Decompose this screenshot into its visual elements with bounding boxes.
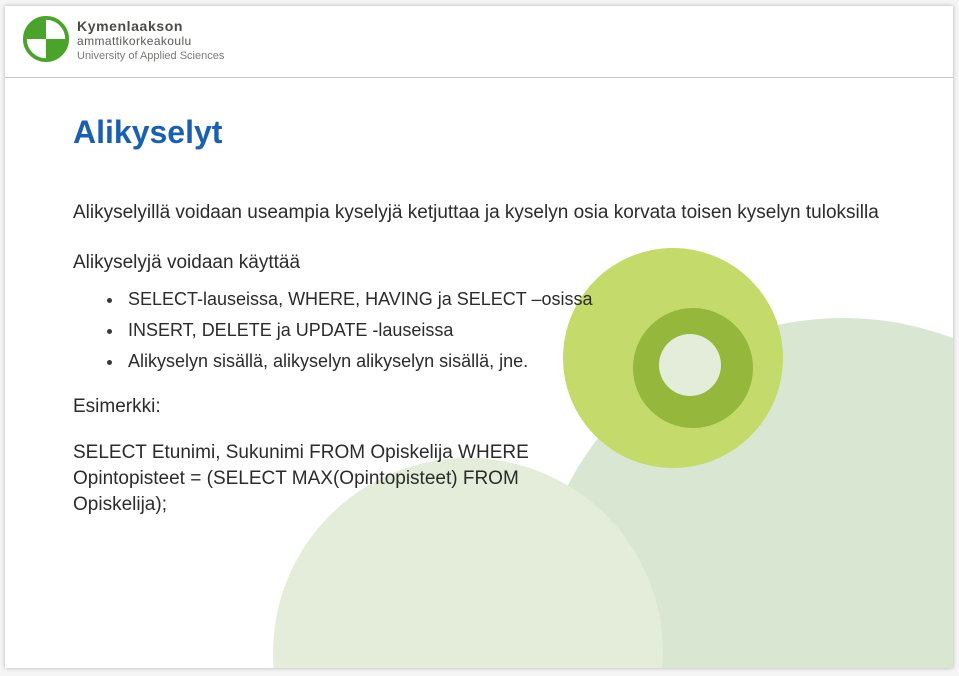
slide-content: Alikyselyillä voidaan useampia kyselyjä … (73, 200, 893, 519)
bullet-text: SELECT-lauseissa, WHERE, HAVING ja SELEC… (128, 289, 592, 310)
bullet-list: SELECT-lauseissa, WHERE, HAVING ja SELEC… (73, 289, 893, 372)
bullet-dot-icon (107, 298, 112, 303)
code-line: SELECT Etunimi, Sukunimi FROM Opiskelija… (73, 440, 893, 466)
brand-header: Kymenlaakson ammattikorkeakoulu Universi… (23, 16, 224, 62)
brand-subtitle-1: ammattikorkeakoulu (77, 34, 224, 48)
bullet-text: Alikyselyn sisällä, alikyselyn alikysely… (128, 351, 528, 372)
list-item: INSERT, DELETE ja UPDATE -lauseissa (73, 320, 893, 341)
code-block: SELECT Etunimi, Sukunimi FROM Opiskelija… (73, 440, 893, 519)
brand-title: Kymenlaakson (77, 18, 224, 34)
paragraph-2: Alikyselyjä voidaan käyttää (73, 250, 893, 276)
list-item: SELECT-lauseissa, WHERE, HAVING ja SELEC… (73, 289, 893, 310)
list-item: Alikyselyn sisällä, alikyselyn alikysely… (73, 351, 893, 372)
example-label: Esimerkki: (73, 394, 893, 420)
bullet-text: INSERT, DELETE ja UPDATE -lauseissa (128, 320, 453, 341)
brand-subtitle-2: University of Applied Sciences (77, 50, 224, 62)
paragraph-1: Alikyselyillä voidaan useampia kyselyjä … (73, 200, 893, 226)
slide-title: Alikyselyt (73, 114, 222, 151)
slide: Kymenlaakson ammattikorkeakoulu Universi… (5, 6, 953, 668)
bullet-dot-icon (107, 329, 112, 334)
code-line: Opiskelija); (73, 492, 893, 518)
header-divider (5, 77, 953, 78)
bullet-dot-icon (107, 360, 112, 365)
brand-logo-icon (23, 16, 69, 62)
code-line: Opintopisteet = (SELECT MAX(Opintopistee… (73, 466, 893, 492)
